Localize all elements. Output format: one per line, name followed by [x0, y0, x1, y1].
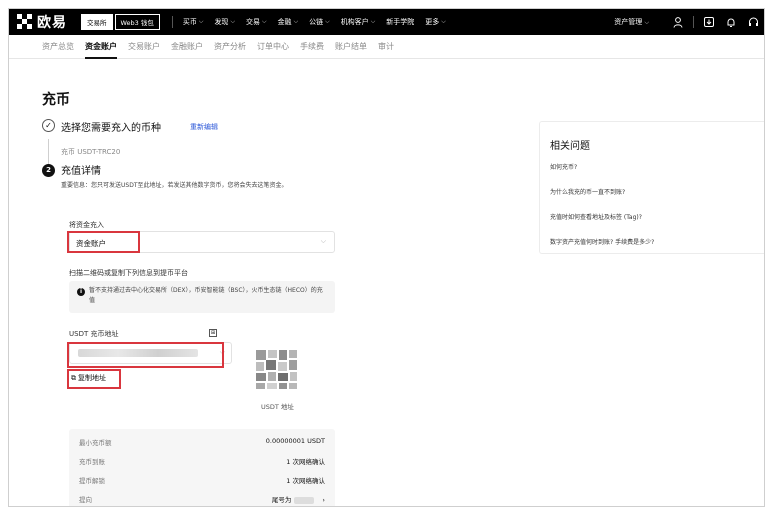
summary-row[interactable]: 提向 尾号为 › — [79, 494, 325, 504]
nav-item-label: 发现 — [214, 18, 229, 26]
related-questions-title: 相关问题 — [550, 141, 590, 152]
nav-item-label: 新手学院 — [386, 18, 415, 26]
highlight-address — [67, 342, 224, 368]
nav-item[interactable]: 发现 ⌵ — [214, 17, 235, 27]
summary-key: 提向 — [79, 496, 92, 504]
toggle-exchange[interactable]: 交易所 — [81, 14, 113, 30]
subtab[interactable]: 账户结单 — [335, 35, 367, 59]
related-question-link[interactable]: 为什么我充的币一直不到账? — [550, 187, 625, 196]
nav-divider — [171, 16, 173, 28]
step2-number: 2 — [42, 164, 55, 177]
summary-value: 0.00000001 USDT — [265, 437, 325, 445]
info-icon: i — [77, 288, 85, 296]
selected-coin: 充币 USDT-TRC20 — [61, 148, 121, 156]
qr-code-icon[interactable]: ⊞ — [209, 329, 217, 337]
qr-code-image — [254, 348, 299, 391]
info-text: 暂不支持通过去中心化交易所（DEX），币安智能链（BSC），火币生态链（HECO… — [89, 287, 323, 304]
reedit-link[interactable]: 重新编辑 — [190, 122, 218, 132]
related-question-link[interactable]: 如何充币? — [550, 162, 577, 171]
top-navigation: 欧易 交易所 Web3 钱包 买币 ⌵ 发现 ⌵ 交易 ⌵ 金融 ⌵ 公链 ⌵ 机构客户 ⌵ 新手学院更… — [9, 9, 764, 35]
nav-item[interactable]: 公链 ⌵ — [309, 17, 330, 27]
nav-item-label: 更多 — [425, 18, 440, 26]
summary-value: 尾号为 › — [271, 496, 325, 504]
step2-title: 充值详情 — [61, 166, 101, 177]
related-question-link[interactable]: 充值时如何查看地址及标签 (Tag)? — [550, 212, 642, 221]
summary-key: 提币解锁 — [79, 477, 105, 485]
chevron-down-icon: ⌵ — [230, 18, 235, 25]
page-title: 充币 — [42, 92, 70, 108]
step-connector — [48, 139, 49, 165]
browser-frame: 欧易 交易所 Web3 钱包 买币 ⌵ 发现 ⌵ 交易 ⌵ 金融 ⌵ 公链 ⌵ 机构客户 ⌵ 新手学院更… — [8, 8, 765, 507]
chevron-down-icon: ⌵ — [441, 18, 446, 25]
nav-right: 资产管理 ⌵ — [614, 9, 760, 35]
nav-item-label: 公链 — [309, 18, 324, 26]
nav-item[interactable]: 金融 ⌵ — [278, 17, 299, 27]
chevron-down-icon: ⌵ — [320, 237, 326, 245]
summary-value: 1 次网络确认 — [286, 458, 325, 466]
asset-management-menu[interactable]: 资产管理 ⌵ — [614, 17, 649, 27]
nav-item-label: 买币 — [182, 18, 197, 26]
summary-value: 1 次网络确认 — [286, 477, 325, 485]
download-icon[interactable] — [702, 15, 716, 29]
chevron-down-icon: ⌵ — [370, 18, 376, 25]
subtab[interactable]: 资产分析 — [214, 35, 246, 59]
subtab[interactable]: 交易账户 — [128, 35, 160, 59]
asset-subtabs: 资产总览 资金账户 交易账户 金融账户 资产分析 订单中心 手续费 账户结单 审计 — [9, 35, 764, 59]
headset-icon[interactable] — [746, 15, 760, 29]
step1-check-icon: ✓ — [42, 119, 55, 132]
important-notice: 重要信息：您只可发送USDT至此地址，若发送其他数字货币，您将会失去这笔资金。 — [61, 182, 288, 189]
scan-label: 扫描二维码或复制下列信息到提币平台 — [69, 269, 188, 277]
subtab[interactable]: 资金账户 — [85, 35, 117, 59]
user-icon[interactable] — [671, 15, 685, 29]
nav-item[interactable]: 机构客户 ⌵ — [341, 17, 376, 27]
chevron-down-icon: ⌵ — [325, 18, 330, 25]
logo[interactable]: 欧易 — [17, 12, 67, 32]
chevron-down-icon: ⌵ — [262, 18, 267, 25]
summary-key: 最小充币额 — [79, 439, 112, 447]
summary-key: 充币到账 — [79, 458, 105, 466]
main-menu: 买币 ⌵ 发现 ⌵ 交易 ⌵ 金融 ⌵ 公链 ⌵ 机构客户 ⌵ 新手学院 更多 ⌵ — [183, 17, 457, 27]
subtab[interactable]: 资产总览 — [42, 35, 74, 59]
toggle-web3-wallet[interactable]: Web3 钱包 — [114, 14, 160, 30]
chevron-right-icon: › — [320, 496, 325, 504]
nav-item[interactable]: 新手学院 — [386, 17, 414, 27]
subtab[interactable]: 订单中心 — [257, 35, 289, 59]
info-box: i 暂不支持通过去中心化交易所（DEX），币安智能链（BSC），火币生态链（HE… — [69, 281, 335, 313]
nav-item[interactable]: 更多 ⌵ — [425, 17, 446, 27]
related-questions-panel: 相关问题 如何充币? 为什么我充的币一直不到账? 充值时如何查看地址及标签 (Tag… — [539, 121, 764, 254]
nav-item[interactable]: 交易 ⌵ — [246, 17, 267, 27]
okx-logo-icon — [17, 14, 33, 30]
highlight-copy-address — [67, 369, 121, 389]
summary-row: 最小充币额 0.00000001 USDT — [79, 437, 325, 447]
nav-item-label: 机构客户 — [340, 18, 369, 26]
subtab[interactable]: 审计 — [378, 35, 394, 59]
blurred-tail — [294, 496, 315, 504]
bell-icon[interactable] — [724, 15, 738, 29]
address-label: USDT 充币地址 — [69, 330, 119, 338]
logo-text: 欧易 — [37, 15, 67, 31]
chevron-down-icon: ⌵ — [293, 18, 299, 25]
deposit-to-label: 将资金充入 — [69, 221, 104, 229]
exchange-wallet-toggle: 交易所 Web3 钱包 — [81, 14, 160, 30]
deposit-summary: 最小充币额 0.00000001 USDT 充币到账 1 次网络确认 提币解锁 1 次网络… — [69, 429, 335, 506]
related-question-link[interactable]: 数字资产充值何时到账? 手续费是多少? — [550, 237, 654, 246]
nav-item-label: 金融 — [277, 18, 292, 26]
subtab[interactable]: 手续费 — [300, 35, 324, 59]
subtab[interactable]: 金融账户 — [171, 35, 203, 59]
highlight-deposit-account — [67, 231, 140, 253]
summary-row: 充币到账 1 次网络确认 — [79, 456, 325, 466]
step1-title: 选择您需要充入的币种 — [61, 123, 161, 134]
chevron-down-icon: ⌵ — [198, 18, 204, 25]
summary-row: 提币解锁 1 次网络确认 — [79, 475, 325, 485]
nav-item[interactable]: 买币 ⌵ — [183, 17, 204, 27]
nav-item-label: 交易 — [246, 18, 260, 26]
nav-right-divider — [693, 16, 694, 28]
qr-caption: USDT 地址 — [261, 403, 294, 411]
